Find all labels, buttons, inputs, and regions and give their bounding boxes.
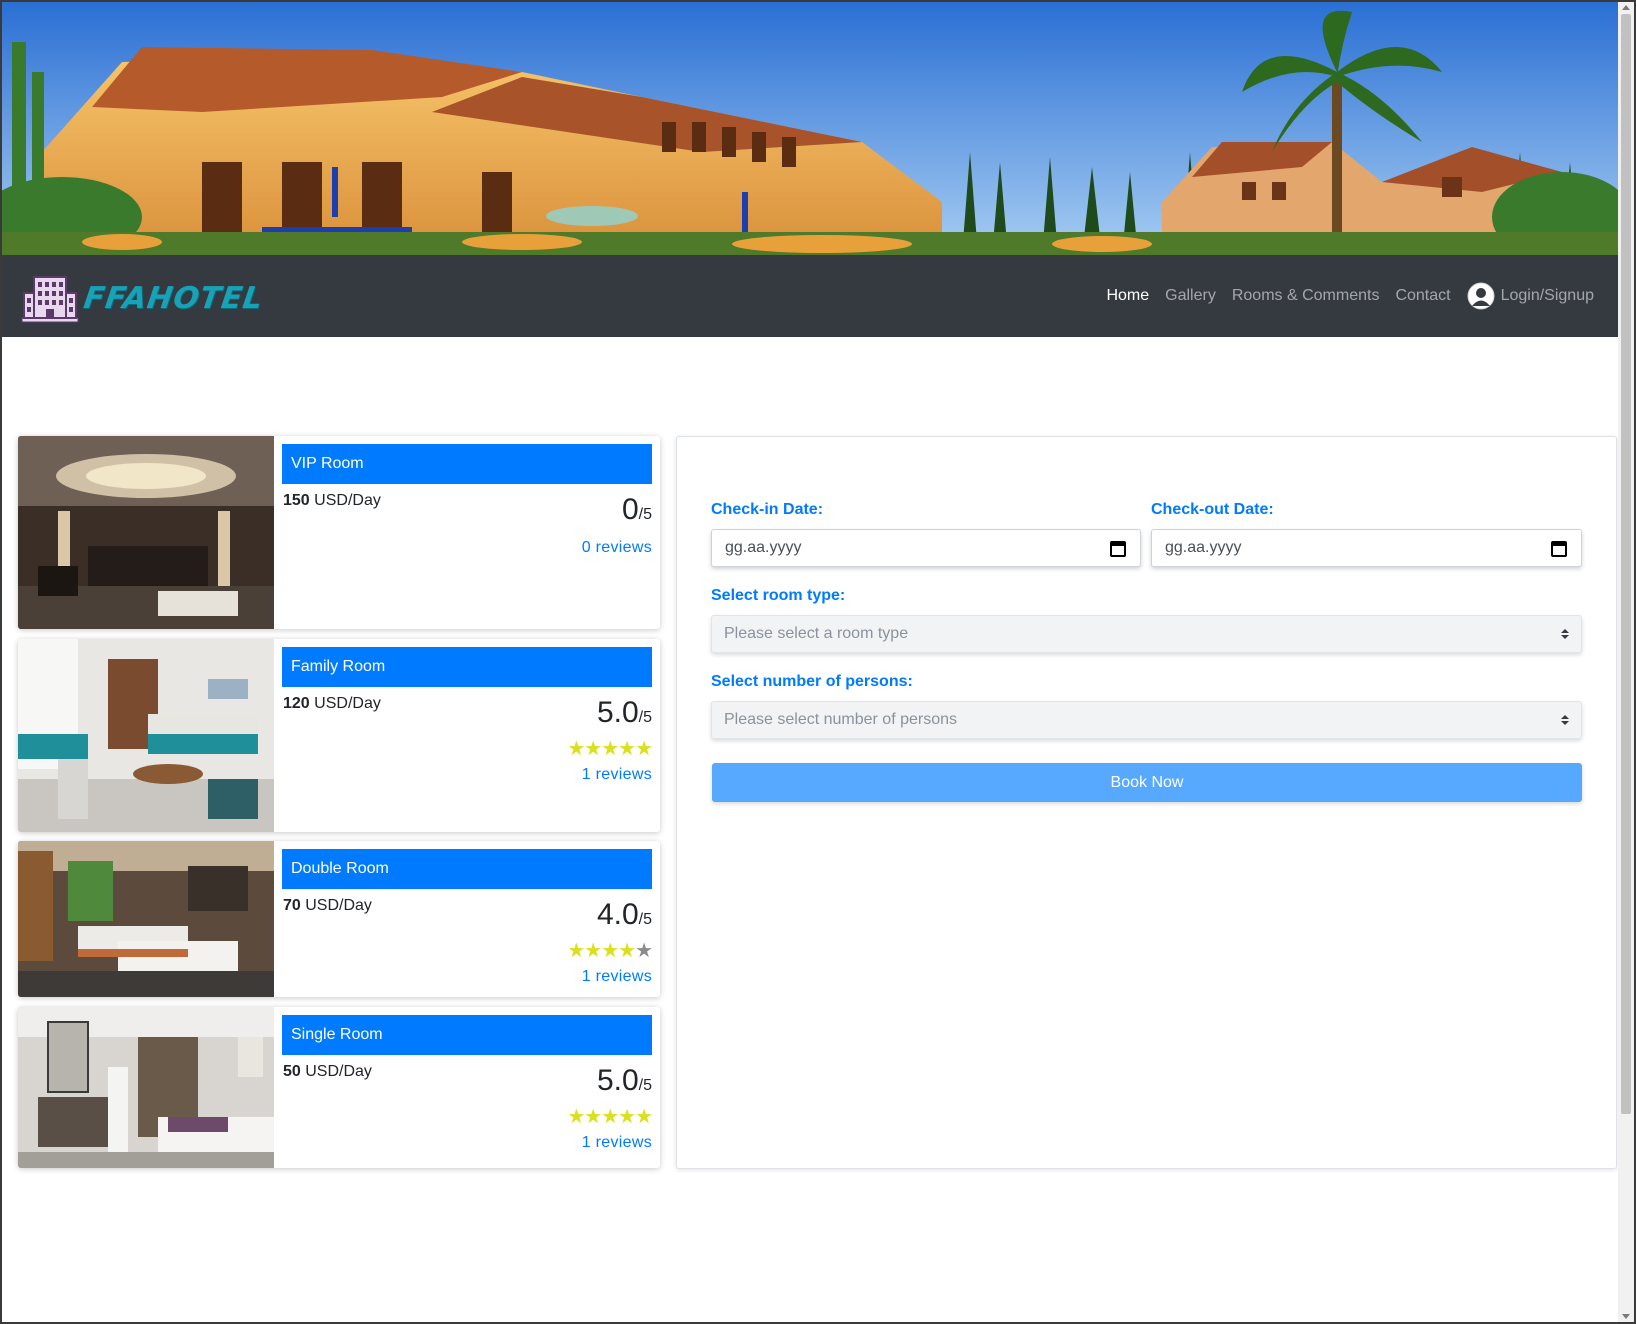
room-rating: 5.0/5 ★★★★★ 1 reviews [567, 695, 653, 784]
star-rating: ★★★★★ [567, 1106, 653, 1128]
price-unit: USD/Day [314, 492, 381, 509]
checkout-date-input[interactable]: gg.aa.yyyy [1151, 529, 1582, 567]
score-value: 5.0 [596, 1064, 639, 1097]
hotel-building-icon [21, 276, 79, 323]
room-card-vip[interactable]: VIP Room 150 USD/Day 0/5 0 reviews [18, 436, 660, 629]
score-value: 5.0 [596, 696, 639, 729]
price-amount: 120 [283, 695, 310, 712]
score-value: 4.0 [596, 898, 639, 931]
reviews-link[interactable]: 1 reviews [567, 766, 652, 784]
checkin-date-input[interactable]: gg.aa.yyyy [711, 529, 1141, 567]
scroll-up-icon[interactable] [1622, 5, 1630, 10]
page-scrollbar[interactable] [1618, 2, 1634, 1322]
star-filled-icon: ★ [618, 940, 636, 962]
room-price: 120 USD/Day [283, 695, 381, 713]
score-suffix: /5 [638, 709, 652, 726]
booking-form: Check-in Date: gg.aa.yyyy Check-out Date… [676, 436, 1617, 1169]
room-rating: 0/5 0 reviews [582, 492, 652, 557]
room-price: 50 USD/Day [283, 1063, 372, 1081]
room-title[interactable]: Family Room [282, 647, 652, 687]
score-suffix: /5 [638, 911, 652, 928]
star-rating: ★★★★★ [567, 940, 653, 962]
room-rating: 4.0/5 ★★★★★ 1 reviews [567, 897, 653, 986]
room-title[interactable]: Double Room [282, 849, 652, 889]
room-type-label: Select room type: [711, 587, 846, 604]
book-now-button[interactable]: Book Now [712, 763, 1582, 802]
persons-label: Select number of persons: [711, 673, 913, 690]
checkin-placeholder: gg.aa.yyyy [725, 539, 802, 556]
room-title[interactable]: Single Room [282, 1015, 652, 1055]
persons-select[interactable]: Please select number of persons [711, 701, 1582, 739]
rating-score: 0/5 [582, 492, 652, 533]
star-filled-icon: ★ [635, 738, 653, 760]
rating-score: 5.0/5 [567, 1063, 652, 1104]
nav-gallery[interactable]: Gallery [1165, 287, 1216, 305]
room-photo-family [18, 639, 274, 832]
star-rating: ★★★★★ [567, 738, 653, 760]
calendar-icon[interactable] [1110, 540, 1126, 557]
nav-home[interactable]: Home [1106, 287, 1149, 305]
room-card-double[interactable]: Double Room 70 USD/Day 4.0/5 ★★★★★ 1 rev… [18, 841, 660, 997]
star-filled-icon: ★ [567, 1106, 585, 1128]
price-unit: USD/Day [314, 695, 381, 712]
brand-name: FFAHOTEL [81, 280, 266, 316]
star-filled-icon: ★ [584, 738, 602, 760]
nav-links: Home Gallery Rooms & Comments Contact Lo… [1090, 255, 1594, 337]
room-title[interactable]: VIP Room [282, 444, 652, 484]
scroll-down-icon[interactable] [1622, 1314, 1630, 1319]
star-filled-icon: ★ [601, 738, 619, 760]
reviews-link[interactable]: 1 reviews [567, 968, 652, 986]
room-price: 70 USD/Day [283, 897, 372, 915]
star-filled-icon: ★ [635, 1106, 653, 1128]
score-suffix: /5 [638, 506, 652, 523]
room-type-select[interactable]: Please select a room type [711, 615, 1582, 653]
star-empty-icon: ★ [635, 940, 653, 962]
score-value: 0 [621, 493, 639, 526]
room-photo-double [18, 841, 274, 997]
login-signup-label: Login/Signup [1500, 287, 1594, 304]
persons-value: Please select number of persons [724, 711, 958, 728]
navbar: FFAHOTEL Home Gallery Rooms & Comments C… [2, 255, 1618, 337]
nav-contact[interactable]: Contact [1395, 287, 1450, 305]
nav-login-signup[interactable]: Login/Signup [1467, 282, 1594, 310]
rating-score: 5.0/5 [567, 695, 652, 736]
price-unit: USD/Day [305, 1063, 372, 1080]
checkout-label: Check-out Date: [1151, 501, 1274, 518]
reviews-link[interactable]: 0 reviews [582, 539, 652, 557]
hero-banner-image [2, 2, 1618, 255]
room-card-family[interactable]: Family Room 120 USD/Day 5.0/5 ★★★★★ 1 re… [18, 639, 660, 832]
calendar-icon[interactable] [1551, 540, 1567, 557]
checkout-placeholder: gg.aa.yyyy [1165, 539, 1242, 556]
room-photo-vip [18, 436, 274, 629]
star-filled-icon: ★ [584, 1106, 602, 1128]
price-amount: 150 [283, 492, 310, 509]
score-suffix: /5 [638, 1077, 652, 1094]
star-filled-icon: ★ [567, 940, 585, 962]
star-filled-icon: ★ [584, 940, 602, 962]
star-filled-icon: ★ [618, 738, 636, 760]
star-filled-icon: ★ [567, 738, 585, 760]
room-rating: 5.0/5 ★★★★★ 1 reviews [567, 1063, 653, 1152]
price-amount: 70 [283, 897, 301, 914]
star-filled-icon: ★ [601, 1106, 619, 1128]
room-price: 150 USD/Day [283, 492, 381, 510]
room-type-value: Please select a room type [724, 625, 909, 642]
nav-rooms-comments[interactable]: Rooms & Comments [1232, 287, 1380, 305]
brand[interactable]: FFAHOTEL [20, 273, 266, 323]
rating-score: 4.0/5 [567, 897, 652, 938]
star-filled-icon: ★ [618, 1106, 636, 1128]
user-avatar-icon [1467, 282, 1495, 310]
checkin-label: Check-in Date: [711, 501, 824, 518]
price-amount: 50 [283, 1063, 301, 1080]
room-photo-single [18, 1007, 274, 1168]
price-unit: USD/Day [305, 897, 372, 914]
reviews-link[interactable]: 1 reviews [567, 1134, 652, 1152]
room-card-single[interactable]: Single Room 50 USD/Day 5.0/5 ★★★★★ 1 rev… [18, 1007, 660, 1168]
select-arrows-icon [1561, 629, 1569, 639]
star-filled-icon: ★ [601, 940, 619, 962]
select-arrows-icon [1561, 715, 1569, 725]
scroll-thumb[interactable] [1621, 14, 1631, 1114]
